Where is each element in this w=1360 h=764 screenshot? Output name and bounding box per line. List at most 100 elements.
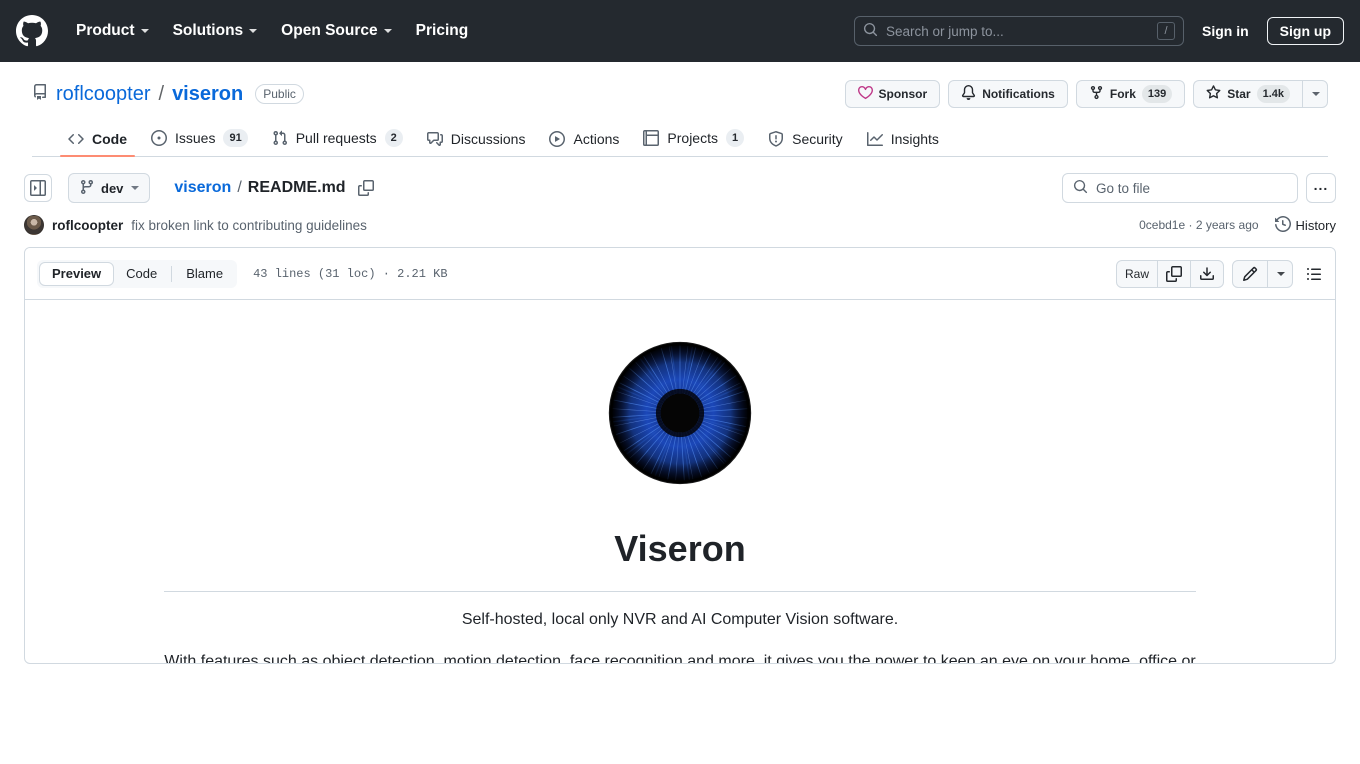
avatar[interactable] bbox=[24, 215, 44, 235]
tab-code[interactable]: Code bbox=[60, 124, 135, 157]
breadcrumb: viseron / README.md bbox=[174, 179, 374, 197]
sidebar-expand-icon[interactable] bbox=[24, 174, 52, 202]
tab-blame[interactable]: Blame bbox=[174, 262, 235, 286]
commit-dot: · bbox=[1188, 218, 1193, 232]
star-count: 1.4k bbox=[1256, 85, 1290, 103]
bell-icon bbox=[961, 85, 976, 103]
nav-item-open-source[interactable]: Open Source bbox=[269, 14, 403, 48]
tab-label: Insights bbox=[890, 131, 939, 147]
chevron-down-icon bbox=[140, 29, 149, 33]
kebab-horizontal-icon[interactable]: ... bbox=[1306, 173, 1336, 203]
tab-label: Issues bbox=[175, 130, 216, 146]
history-label: History bbox=[1295, 217, 1336, 233]
star-label: Star bbox=[1227, 87, 1251, 101]
tab-label: Discussions bbox=[450, 131, 526, 147]
search-icon bbox=[863, 22, 878, 40]
star-button[interactable]: Star 1.4k bbox=[1193, 80, 1302, 108]
file-view-switcher: Preview Code Blame bbox=[37, 259, 238, 288]
nav-item-solutions[interactable]: Solutions bbox=[161, 14, 270, 48]
breadcrumb-root[interactable]: viseron bbox=[174, 179, 231, 197]
global-header: Product Solutions Open Source Pricing Se… bbox=[0, 0, 1360, 62]
branch-name: dev bbox=[101, 180, 124, 196]
download-icon[interactable] bbox=[1191, 261, 1223, 287]
commit-meta-group: 0cebd1e · 2 years ago History bbox=[1139, 215, 1336, 235]
github-mark-icon[interactable] bbox=[16, 15, 48, 47]
git-branch-icon bbox=[79, 179, 95, 198]
chevron-down-icon bbox=[249, 29, 258, 33]
readme-divider-top bbox=[164, 591, 1196, 592]
commit-sha[interactable]: 0cebd1e bbox=[1139, 218, 1185, 232]
copy-icon[interactable] bbox=[1158, 260, 1191, 287]
table-icon bbox=[643, 130, 660, 146]
tab-discussions[interactable]: Discussions bbox=[419, 124, 534, 156]
comment-discussion-icon bbox=[426, 131, 443, 147]
tab-projects[interactable]: Projects 1 bbox=[635, 122, 752, 156]
readme-paragraph-2: With features such as object detection, … bbox=[164, 653, 1196, 664]
repo-title: roflcoopter / viseron Public bbox=[32, 83, 304, 106]
edit-button-group bbox=[1232, 259, 1293, 288]
tab-preview[interactable]: Preview bbox=[39, 261, 115, 286]
nav-label: Solutions bbox=[172, 22, 244, 39]
tab-actions[interactable]: Actions bbox=[541, 124, 627, 156]
repo-separator: / bbox=[158, 82, 165, 105]
fork-button[interactable]: Fork 139 bbox=[1075, 80, 1186, 108]
tab-pull-requests[interactable]: Pull requests 2 bbox=[264, 122, 411, 156]
commit-author-link[interactable]: roflcoopter bbox=[52, 218, 123, 233]
nav-item-pricing[interactable]: Pricing bbox=[404, 14, 481, 48]
pencil-icon[interactable] bbox=[1233, 260, 1268, 287]
copy-icon[interactable] bbox=[357, 180, 374, 196]
list-unordered-icon[interactable] bbox=[1301, 261, 1327, 287]
sponsor-label: Sponsor bbox=[878, 87, 928, 101]
search-input[interactable]: Search or jump to... / bbox=[854, 16, 1184, 46]
tab-code-view[interactable]: Code bbox=[114, 262, 169, 286]
latest-commit-row: roflcoopter fix broken link to contribut… bbox=[0, 203, 1360, 247]
history-link[interactable]: History bbox=[1274, 215, 1336, 235]
edit-dropdown-button[interactable] bbox=[1268, 261, 1292, 287]
readme-paragraph-1: Self-hosted, local only NVR and AI Compu… bbox=[461, 611, 899, 628]
file-toolbar-actions: Raw bbox=[1115, 259, 1327, 288]
commit-message-link[interactable]: fix broken link to contributing guidelin… bbox=[131, 218, 367, 233]
repo-nav: Code Issues 91 Pull requests 2 Discussio… bbox=[32, 122, 1328, 157]
chevron-down-icon bbox=[1277, 271, 1285, 276]
tab-label: Code bbox=[92, 131, 127, 147]
sign-up-button[interactable]: Sign up bbox=[1266, 17, 1344, 45]
file-stats: 43 lines (31 loc) · 2.21 KB bbox=[253, 266, 448, 281]
issues-count: 91 bbox=[223, 129, 248, 147]
raw-copy-download-group: Raw bbox=[1115, 259, 1224, 288]
go-to-file-placeholder: Go to file bbox=[1096, 180, 1151, 196]
raw-button[interactable]: Raw bbox=[1117, 260, 1158, 287]
repo-header: roflcoopter / viseron Public Sponsor Not… bbox=[0, 62, 1360, 157]
nav-label: Open Source bbox=[281, 22, 378, 39]
repo-actions: Sponsor Notifications Fork 139 Star 1.4k bbox=[844, 80, 1328, 108]
breadcrumb-current-file: README.md bbox=[247, 179, 346, 196]
tab-insights[interactable]: Insights bbox=[859, 124, 947, 156]
tab-security[interactable]: Security bbox=[760, 124, 851, 156]
notifications-label: Notifications bbox=[982, 87, 1055, 101]
sign-in-button[interactable]: Sign in bbox=[1194, 19, 1257, 43]
search-placeholder: Search or jump to... bbox=[886, 23, 1004, 39]
star-dropdown-button[interactable] bbox=[1302, 80, 1328, 108]
chevron-down-icon bbox=[383, 29, 392, 33]
nav-label: Pricing bbox=[415, 22, 469, 39]
notifications-button[interactable]: Notifications bbox=[948, 80, 1068, 108]
branch-selector-button[interactable]: dev bbox=[68, 173, 151, 203]
shield-icon bbox=[768, 131, 784, 147]
fork-count: 139 bbox=[1141, 85, 1173, 103]
go-to-file-input[interactable]: Go to file bbox=[1062, 173, 1298, 203]
play-icon bbox=[549, 131, 566, 147]
sponsor-button[interactable]: Sponsor bbox=[844, 80, 941, 108]
segment-divider bbox=[171, 265, 173, 282]
fork-icon bbox=[1089, 85, 1104, 103]
nav-item-product[interactable]: Product bbox=[64, 14, 161, 48]
issue-opened-icon bbox=[151, 130, 167, 146]
tab-issues[interactable]: Issues 91 bbox=[143, 122, 256, 156]
pull-requests-count: 2 bbox=[384, 129, 403, 147]
repo-name-link[interactable]: viseron bbox=[172, 83, 243, 106]
global-header-right: Search or jump to... / Sign in Sign up bbox=[854, 16, 1344, 46]
nav-label: Product bbox=[76, 22, 135, 39]
readme-rendered-content: Viseron Self-hosted, local only NVR and … bbox=[25, 300, 1335, 664]
repo-owner-link[interactable]: roflcoopter bbox=[56, 83, 151, 106]
readme-heading: Viseron bbox=[614, 528, 746, 569]
tab-label: Projects bbox=[667, 130, 718, 146]
commit-time: 2 years ago bbox=[1195, 218, 1259, 232]
